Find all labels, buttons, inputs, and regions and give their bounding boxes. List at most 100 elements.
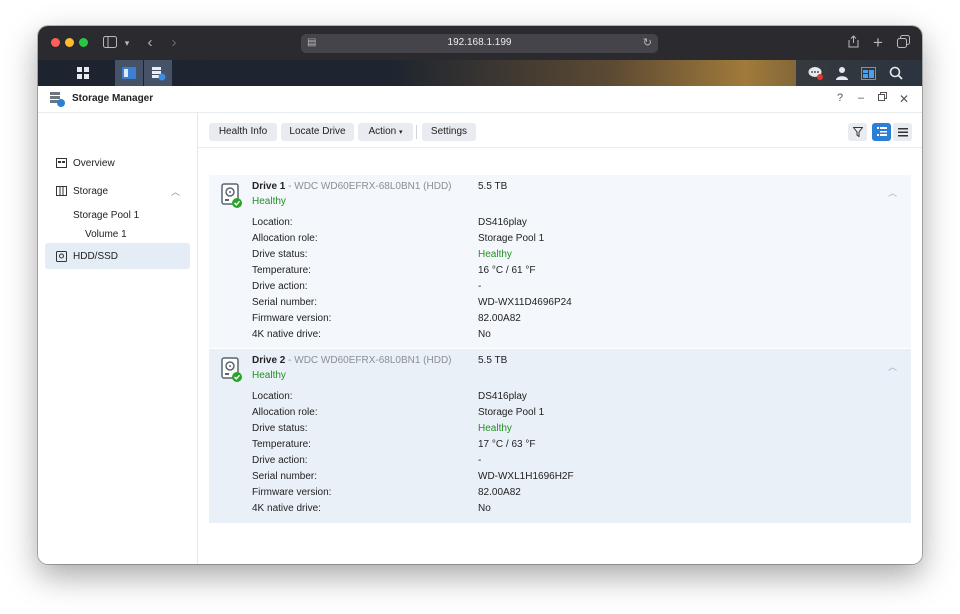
field-allocation-role: Allocation role: Storage Pool 1 [252,233,892,249]
field-serial-number: Serial number: WD-WXL1H1696H2F [252,471,892,487]
drive-card[interactable]: Drive 2 - WDC WD60EFRX-68L0BN1 (HDD) 5.5… [209,349,911,523]
restore-icon[interactable] [875,92,889,104]
sidebar-item-label: Overview [73,158,115,169]
field-serial-number: Serial number: WD-WX11D4696P24 [252,297,892,313]
field-value: DS416play [478,217,527,228]
field-value: 82.00A82 [478,487,521,498]
field-label: Location: [252,217,293,228]
field-4k-native-drive: 4K native drive: No [252,329,892,345]
widgets-icon[interactable] [854,60,882,86]
field-label: Temperature: [252,265,311,276]
field-drive-action: Drive action: - [252,455,892,471]
field-location: Location: DS416play [252,391,892,407]
new-tab-icon[interactable]: + [871,34,885,52]
field-firmware-version: Firmware version: 82.00A82 [252,487,892,503]
field-location: Location: DS416play [252,217,892,233]
field-value: 17 °C / 63 °F [478,439,536,450]
sidebar-item-label: Storage [73,186,109,197]
dsm-taskbar [38,60,922,86]
chevron-up-icon[interactable]: ︿ [171,185,180,198]
sidebar-item-label: HDD/SSD [73,251,119,262]
hdd-icon [56,251,67,262]
taskbar-app-icon[interactable] [115,60,143,86]
field-value: Storage Pool 1 [478,407,545,418]
hdd-healthy-icon [221,357,243,383]
drive-title: Drive 1 - WDC WD60EFRX-68L0BN1 (HDD) [252,181,452,192]
action-label: Action [368,126,397,137]
health-info-button[interactable]: Health Info [209,123,277,141]
detail-view-icon[interactable] [872,123,891,141]
field-drive-action: Drive action: - [252,281,892,297]
help-icon[interactable]: ? [833,92,847,104]
main-menu-icon[interactable] [69,60,97,86]
browser-toolbar: ▾ ‹ › ▤ 192.168.1.199 ↻ + [38,26,922,60]
filter-icon[interactable] [848,123,867,141]
hdd-healthy-icon [221,183,243,209]
main-panel: Health Info Locate Drive Action ▾ Settin… [198,113,922,564]
settings-button[interactable]: Settings [422,123,476,141]
field-drive-status: Drive status: Healthy [252,423,892,439]
drive-model: - WDC WD60EFRX-68L0BN1 (HDD) [288,355,452,366]
tab-overview-icon[interactable] [895,34,911,52]
field-label: Serial number: [252,471,318,482]
list-view-icon[interactable] [893,123,912,141]
address-bar[interactable]: ▤ 192.168.1.199 ↻ [301,34,658,53]
drive-model: - WDC WD60EFRX-68L0BN1 (HDD) [288,181,452,192]
taskbar-tray [796,60,922,86]
address-url: 192.168.1.199 [447,37,512,48]
toolbar-divider [416,125,417,139]
field-temperature: Temperature: 17 °C / 63 °F [252,439,892,455]
browser-window: ▾ ‹ › ▤ 192.168.1.199 ↻ + Storage Manage… [38,26,922,564]
forward-icon[interactable]: › [167,34,181,52]
sidebar: Overview Storage ︿ Storage Pool 1 Volume… [38,113,198,564]
close-icon[interactable]: ✕ [897,92,911,106]
overview-icon [56,158,67,168]
storage-manager-logo-icon [50,92,65,107]
drive-name: Drive 1 [252,181,286,192]
field-value: - [478,281,482,292]
field-label: Firmware version: [252,487,332,498]
action-dropdown-button[interactable]: Action ▾ [358,123,413,141]
field-label: Allocation role: [252,233,318,244]
field-value: No [478,329,491,340]
share-icon[interactable] [846,34,860,52]
locate-drive-button[interactable]: Locate Drive [281,123,354,141]
storage-icon [56,186,67,196]
drive-card[interactable]: Drive 1 - WDC WD60EFRX-68L0BN1 (HDD) 5.5… [209,175,911,348]
drive-title: Drive 2 - WDC WD60EFRX-68L0BN1 (HDD) [252,355,452,366]
field-label: Drive status: [252,249,308,260]
sidebar-item-storage[interactable]: Storage ︿ [45,178,190,204]
field-firmware-version: Firmware version: 82.00A82 [252,313,892,329]
chevron-up-icon[interactable]: ︿ [888,186,897,199]
field-label: Temperature: [252,439,311,450]
zoom-window-button[interactable] [79,38,88,47]
field-value: Healthy [478,249,512,260]
field-4k-native-drive: 4K native drive: No [252,503,892,519]
reload-icon[interactable]: ↻ [643,36,652,49]
field-value: WD-WX11D4696P24 [478,297,572,308]
field-value: WD-WXL1H1696H2F [478,471,574,482]
drive-name: Drive 2 [252,355,286,366]
minimize-icon[interactable]: – [854,92,868,104]
field-drive-status: Drive status: Healthy [252,249,892,265]
back-icon[interactable]: ‹ [143,34,157,52]
chevron-up-icon[interactable]: ︿ [888,360,897,373]
storage-manager-taskbar-icon[interactable] [144,60,172,86]
field-label: Firmware version: [252,313,332,324]
chevron-down-icon[interactable]: ▾ [122,34,132,52]
field-value: Healthy [478,423,512,434]
field-value: 16 °C / 61 °F [478,265,536,276]
app-title-bar: Storage Manager ? – ✕ [38,86,922,113]
field-label: Drive action: [252,281,308,292]
notification-icon[interactable] [802,60,830,86]
sidebar-toggle-icon[interactable] [102,34,118,52]
field-label: Location: [252,391,293,402]
caret-down-icon: ▾ [399,129,403,136]
close-window-button[interactable] [51,38,60,47]
sidebar-item-overview[interactable]: Overview [45,150,190,176]
search-icon[interactable] [882,60,910,86]
minimize-window-button[interactable] [65,38,74,47]
sidebar-item-hdd-ssd[interactable]: HDD/SSD [45,243,190,269]
user-icon[interactable] [828,60,856,86]
field-label: Allocation role: [252,407,318,418]
